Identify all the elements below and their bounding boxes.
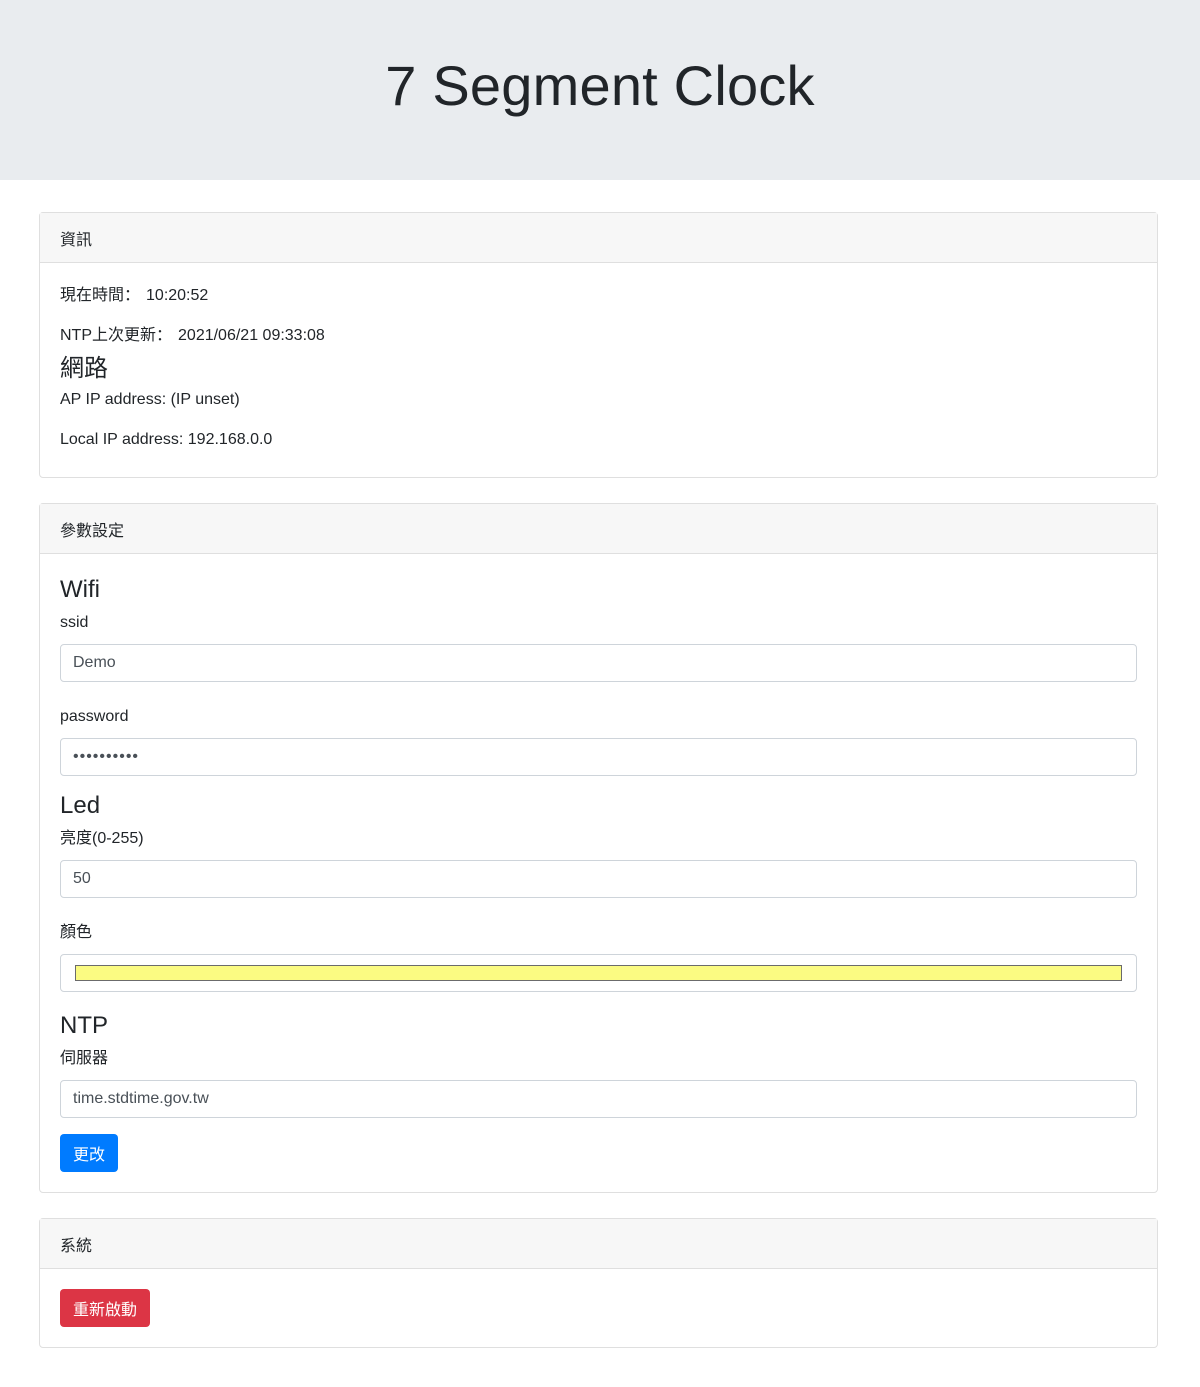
color-swatch [75, 965, 1122, 981]
page-header: 7 Segment Clock [0, 0, 1200, 180]
info-card-header: 資訊 [40, 213, 1157, 263]
led-heading: Led [60, 792, 101, 819]
password-input[interactable] [60, 738, 1137, 776]
ssid-label: ssid [60, 614, 89, 631]
server-label: 伺服器 [60, 1050, 109, 1067]
restart-button[interactable]: 重新啟動 [60, 1289, 151, 1327]
brightness-label: 亮度(0-255) [60, 830, 144, 847]
ssid-input[interactable] [60, 644, 1137, 682]
current-time-label: 現在時間： [60, 287, 141, 304]
info-card: 資訊 現在時間： 10:20:52 NTP上次更新： 2021/06/21 09:3… [39, 212, 1158, 478]
color-picker[interactable] [60, 954, 1137, 992]
current-time-line: 現在時間： 10:20:52 [60, 285, 1137, 307]
page-title: 7 Segment Clock [385, 53, 815, 117]
submit-button[interactable]: 更改 [60, 1134, 119, 1172]
ntp-last-update-label: NTP上次更新： [60, 327, 173, 344]
ntp-heading: NTP [60, 1012, 108, 1039]
settings-form: Wifi ssid password Led 亮度(0-255) 顏色 NTP … [40, 554, 1157, 1192]
brightness-input[interactable] [60, 860, 1137, 898]
ntp-server-input[interactable] [60, 1080, 1137, 1118]
color-label: 顏色 [60, 924, 93, 941]
ntp-last-update-line: NTP上次更新： 2021/06/21 09:33:08 [60, 325, 1137, 347]
settings-card: 參數設定 Wifi ssid password Led 亮度(0-255) 顏色… [39, 503, 1158, 1193]
system-card-header: 系統 [40, 1219, 1157, 1269]
system-card: 系統 重新啟動 [39, 1218, 1158, 1348]
ap-ip-address: AP IP address: (IP unset) [60, 391, 240, 408]
current-time-value: 10:20:52 [146, 287, 209, 304]
settings-card-header: 參數設定 [40, 504, 1157, 554]
network-heading: 網路 [60, 355, 108, 382]
wifi-heading: Wifi [60, 576, 100, 603]
local-ip-address: Local IP address: 192.168.0.0 [60, 431, 273, 448]
system-card-body: 重新啟動 [40, 1269, 1157, 1347]
ntp-last-update-value: 2021/06/21 09:33:08 [178, 327, 325, 344]
password-label: password [60, 708, 129, 725]
info-card-body: 現在時間： 10:20:52 NTP上次更新： 2021/06/21 09:33:0… [40, 263, 1157, 477]
main-container: 資訊 現在時間： 10:20:52 NTP上次更新： 2021/06/21 09:3… [0, 180, 1200, 1348]
